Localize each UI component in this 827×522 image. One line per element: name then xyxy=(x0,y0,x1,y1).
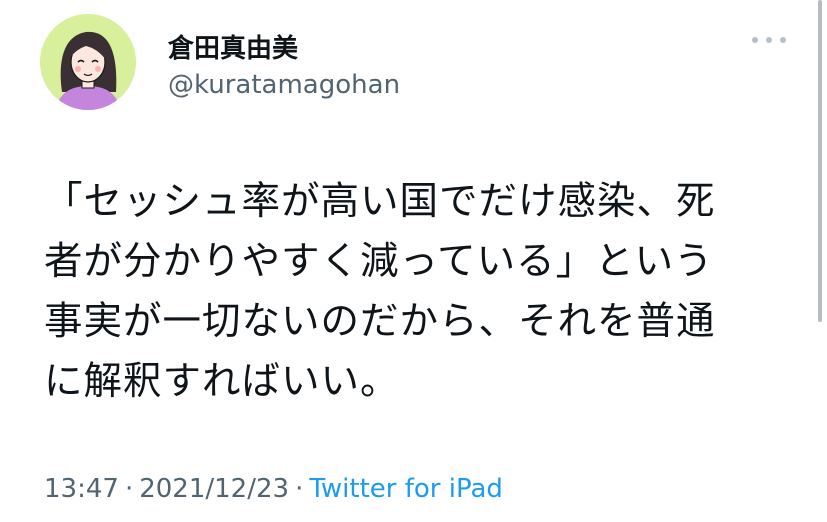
tweet-text: 「セッシュ率が高い国でだけ感染、死 者が分かりやすく減っている」という 事実が一… xyxy=(44,179,716,404)
tweet-card: 倉田真由美 @kuratamagohan 「セッシュ率が高い国でだけ感染、死 者… xyxy=(0,0,827,522)
meta-separator: · xyxy=(295,474,304,504)
more-dots-icon[interactable] xyxy=(752,30,786,50)
user-handle[interactable]: @kuratamagohan xyxy=(168,70,400,100)
display-name[interactable]: 倉田真由美 xyxy=(168,28,298,65)
tweet-source-link[interactable]: Twitter for iPad xyxy=(309,474,503,504)
tweet-meta: 13:47 · 2021/12/23 · Twitter for iPad xyxy=(44,474,503,504)
more-dot xyxy=(766,37,772,43)
avatar[interactable] xyxy=(40,14,136,110)
tweet-date[interactable]: 2021/12/23 xyxy=(139,474,289,504)
scrollbar[interactable] xyxy=(818,0,822,322)
cartoon-woman-avatar-icon xyxy=(40,14,136,110)
more-dot xyxy=(780,37,786,43)
more-dot xyxy=(752,37,758,43)
meta-separator: · xyxy=(124,474,134,504)
tweet-time[interactable]: 13:47 xyxy=(44,474,119,504)
